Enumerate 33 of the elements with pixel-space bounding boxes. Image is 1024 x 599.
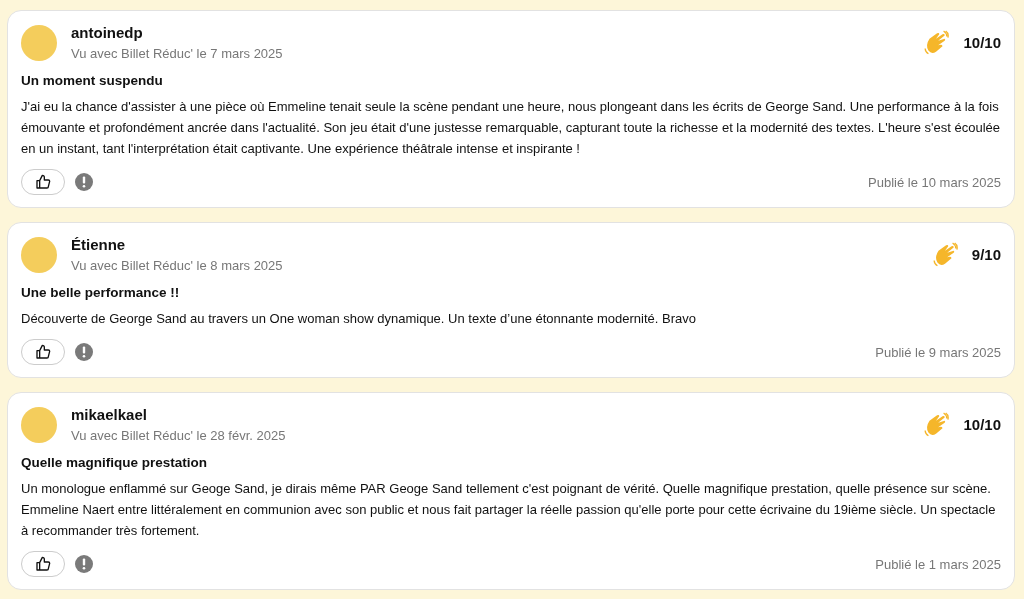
seen-date: Vu avec Billet Réduc' le 28 févr. 2025 (71, 428, 287, 443)
clapping-hand-icon (931, 241, 958, 268)
thumbs-up-icon (35, 174, 51, 190)
report-icon[interactable] (75, 173, 93, 191)
clapping-hand-icon (923, 411, 950, 438)
rating-score: 10/10 (963, 416, 1001, 433)
review-text: Découverte de George Sand au travers un One woman show dynamique. Un texte d’une étonnante modernité. Bravo (21, 310, 697, 328)
author-name: antoinedp (71, 24, 144, 41)
publish-date: Publié le 9 mars 2025 (875, 344, 1001, 360)
like-button[interactable] (21, 169, 65, 195)
report-icon[interactable] (75, 555, 93, 573)
thumbs-up-icon (35, 344, 51, 360)
author-name: mikaelkael (71, 406, 148, 423)
thumbs-up-icon (35, 556, 51, 572)
like-button[interactable] (21, 551, 65, 577)
review-text: J'ai eu la chance d'assister à une pièce où Emmeline tenait seule la scène pendant une heure, nous plongeant dans les écrits de George Sand. Une performance à la fois émouvante et profondément ancrée dans l'actualité. Son jeu était d'une justesse remarquable, capturant toute la richesse et la modernité des textes. L'heure s'est écoulée en un instant, tant l'interprétation était captivante. Une expérience théâtrale intense et inspirante ! (21, 98, 1001, 158)
avatar (21, 24, 57, 61)
review-text: Un monologue enflammé sur Geoge Sand, je dirais même PAR Geoge Sand tellement c'est poignant de vérité. Quelle magnifique prestation, quelle présence sur scène. Emmeline Naert entre littéralement en communion avec son public et nous fait partager la réelle passion qu'elle porte pour cette écrivaine du 19ième siècle. Un spectacle à recommander très fortement. (21, 480, 997, 540)
rating-score: 9/10 (971, 246, 1001, 263)
author-name: Étienne (71, 236, 127, 253)
review-title: Une belle performance !! (21, 285, 181, 300)
report-icon[interactable] (75, 343, 93, 361)
like-button[interactable] (21, 339, 65, 365)
avatar (21, 406, 57, 443)
seen-date: Vu avec Billet Réduc' le 7 mars 2025 (71, 46, 284, 61)
review-title: Un moment suspendu (21, 73, 164, 88)
publish-date: Publié le 10 mars 2025 (868, 174, 1001, 190)
review-title: Quelle magnifique prestation (21, 455, 209, 470)
clapping-hand-icon (923, 29, 950, 56)
rating-score: 10/10 (963, 34, 1001, 51)
avatar (21, 236, 57, 273)
seen-date: Vu avec Billet Réduc' le 8 mars 2025 (71, 258, 284, 273)
publish-date: Publié le 1 mars 2025 (875, 556, 1001, 572)
